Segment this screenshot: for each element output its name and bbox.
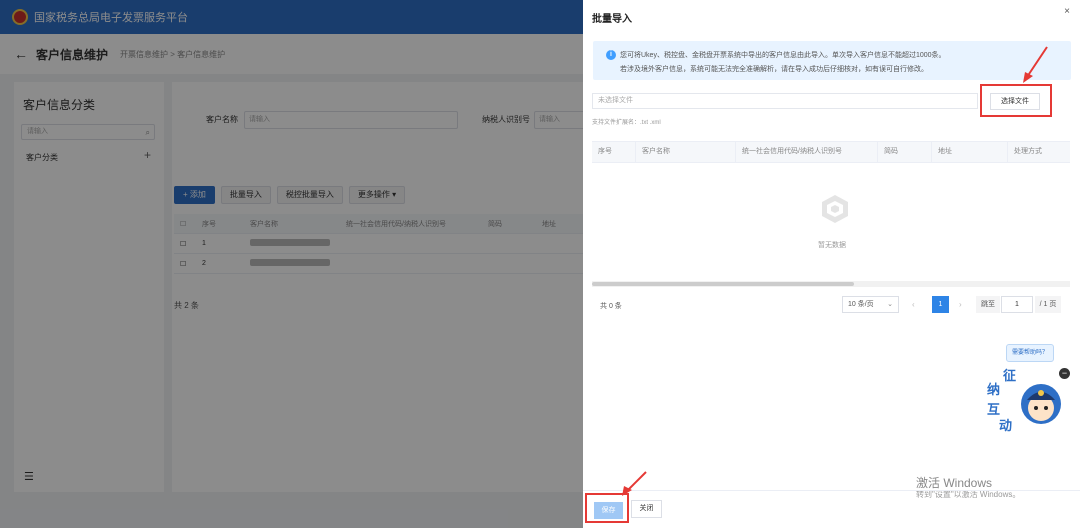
save-button[interactable]: 保存: [594, 502, 623, 519]
footer-divider: [583, 490, 1080, 491]
help-bubble[interactable]: 需要帮助吗？: [1006, 344, 1054, 362]
page-button-current[interactable]: 1: [932, 296, 949, 313]
assistant-char: 互: [987, 403, 1000, 418]
import-notice: i 您可将Ukey、税控盘、金税盘开票系统中导出的客户信息由此导入。单次导入客户…: [593, 41, 1071, 80]
page-size-value: 10 条/页: [848, 301, 874, 308]
choose-file-highlight: 选择文件: [980, 84, 1052, 117]
minimize-assistant-icon[interactable]: −: [1059, 368, 1070, 379]
selected-file-field: 未选择文件: [592, 93, 978, 109]
save-highlight: 保存: [585, 493, 629, 523]
drawer-title: 批量导入: [592, 14, 632, 25]
scrollbar-thumb[interactable]: [592, 282, 854, 286]
goto-page-input[interactable]: 1: [1001, 296, 1033, 313]
prev-page-icon[interactable]: ‹: [912, 300, 915, 309]
horizontal-scrollbar[interactable]: [592, 281, 1070, 287]
close-button[interactable]: 关闭: [631, 500, 662, 518]
column-header: 客户名称: [636, 142, 736, 162]
notice-line-2: 若涉及境外客户信息，系统可能无法完全准确解析，请在导入成功后仔细核对，如有误可自…: [620, 66, 928, 73]
empty-state-text: 暂无数据: [818, 242, 846, 249]
chevron-down-icon: ⌄: [887, 301, 893, 308]
assistant-char: 纳: [987, 382, 1000, 398]
assistant-mascot-icon[interactable]: 征 纳 互 动: [983, 366, 1063, 436]
empty-box-icon: [822, 195, 848, 223]
next-page-icon[interactable]: ›: [959, 300, 962, 309]
close-icon[interactable]: ×: [1064, 6, 1070, 17]
column-header: 处理方式: [1014, 148, 1042, 155]
modal-overlay[interactable]: [0, 0, 583, 528]
column-header: 地址: [932, 142, 1008, 162]
assistant-char: 征: [1003, 368, 1016, 384]
goto-label: 跳至: [976, 296, 1000, 313]
total-pages: / 1 页: [1035, 296, 1061, 313]
column-header: 简码: [878, 142, 932, 162]
notice-line-1: 您可将Ukey、税控盘、金税盘开票系统中导出的客户信息由此导入。单次导入客户信息…: [620, 52, 946, 59]
page-size-select[interactable]: 10 条/页 ⌄: [842, 296, 899, 313]
import-table-header: 序号 客户名称 统一社会信用代码/纳税人识别号 简码 地址 处理方式: [592, 141, 1070, 163]
info-icon: i: [606, 50, 616, 60]
annotation-arrow-icon: [1023, 46, 1048, 83]
import-total: 共 0 条: [600, 303, 622, 310]
column-header: 序号: [592, 142, 636, 162]
assistant-char: 动: [999, 419, 1012, 434]
choose-file-button[interactable]: 选择文件: [990, 93, 1040, 110]
batch-import-drawer: 批量导入 × i 您可将Ukey、税控盘、金税盘开票系统中导出的客户信息由此导入…: [583, 0, 1080, 528]
column-header: 统一社会信用代码/纳税人识别号: [736, 142, 878, 162]
file-extension-hint: 支持文件扩展名：.txt .xml: [592, 120, 661, 126]
